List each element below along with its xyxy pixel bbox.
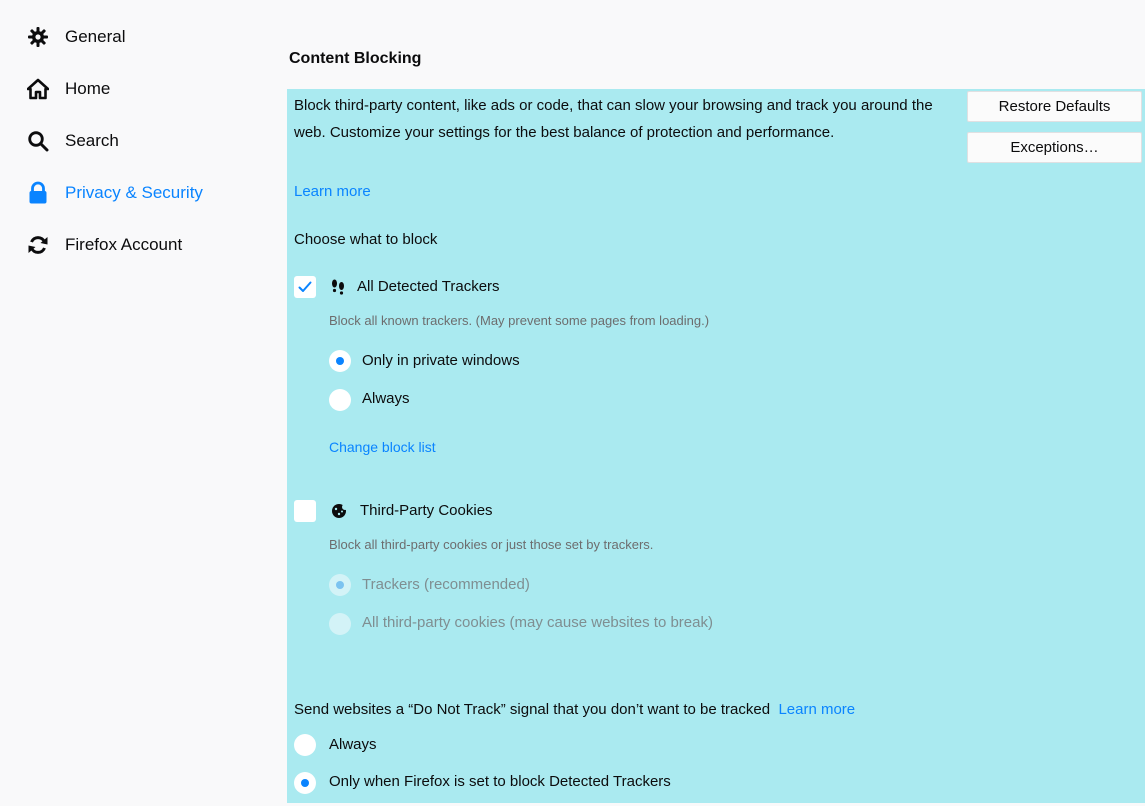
sidebar-item-label: Search: [65, 131, 119, 150]
do-not-track-label: Send websites a “Do Not Track” signal th…: [294, 701, 855, 718]
cookie-icon: [331, 503, 348, 524]
cookies-label: Third-Party Cookies: [360, 502, 493, 519]
change-block-list-link[interactable]: Change block list: [329, 439, 436, 455]
sidebar-item-label: Firefox Account: [65, 235, 183, 254]
sidebar-item-general[interactable]: General: [26, 22, 125, 52]
dnt-only-when-label: Only when Firefox is set to block Detect…: [329, 773, 671, 790]
sidebar-item-search[interactable]: Search: [26, 126, 119, 156]
lock-icon: [26, 181, 50, 205]
trackers-description: Block all known trackers. (May prevent s…: [329, 313, 710, 328]
sidebar-item-home[interactable]: Home: [26, 74, 110, 104]
trackers-label: All Detected Trackers: [357, 278, 500, 295]
search-icon: [26, 129, 50, 153]
dnt-always-radio[interactable]: [294, 734, 316, 756]
do-not-track-learn-more-link[interactable]: Learn more: [778, 701, 855, 718]
footprints-icon: [331, 279, 345, 300]
private-windows-label: Only in private windows: [362, 352, 520, 369]
do-not-track-text: Send websites a “Do Not Track” signal th…: [294, 701, 771, 718]
private-windows-radio[interactable]: [329, 350, 351, 372]
sync-icon: [26, 233, 50, 257]
sidebar-item-label: Home: [65, 79, 111, 98]
learn-more-link[interactable]: Learn more: [294, 183, 371, 200]
restore-defaults-button[interactable]: Restore Defaults: [967, 91, 1142, 122]
choose-what-to-block-label: Choose what to block: [294, 231, 438, 248]
cookies-description: Block all third-party cookies or just th…: [329, 537, 654, 552]
sidebar-item-label: General: [65, 27, 126, 46]
gear-icon: [26, 25, 50, 49]
dnt-only-when-radio[interactable]: [294, 772, 316, 794]
content-blocking-description: Block third-party content, like ads or c…: [294, 97, 933, 141]
home-icon: [26, 77, 50, 101]
sidebar-item-label: Privacy & Security: [65, 183, 203, 202]
trackers-always-label: Always: [362, 390, 410, 407]
cookies-all-label: All third-party cookies (may cause websi…: [362, 614, 713, 631]
exceptions-button[interactable]: Exceptions…: [967, 132, 1142, 163]
cookies-trackers-radio[interactable]: [329, 574, 351, 596]
cookies-all-radio[interactable]: [329, 613, 351, 635]
sidebar-item-firefox-account[interactable]: Firefox Account: [26, 230, 182, 260]
cookies-trackers-label: Trackers (recommended): [362, 576, 530, 593]
cookies-checkbox[interactable]: [294, 500, 316, 522]
sidebar: General Home Search Privacy & Security F…: [0, 0, 260, 806]
sidebar-item-privacy-security[interactable]: Privacy & Security: [26, 178, 203, 208]
dnt-always-label: Always: [329, 736, 377, 753]
checkmark-icon: [298, 281, 312, 292]
section-title: Content Blocking: [289, 50, 422, 67]
trackers-checkbox[interactable]: [294, 276, 316, 298]
trackers-always-radio[interactable]: [329, 389, 351, 411]
